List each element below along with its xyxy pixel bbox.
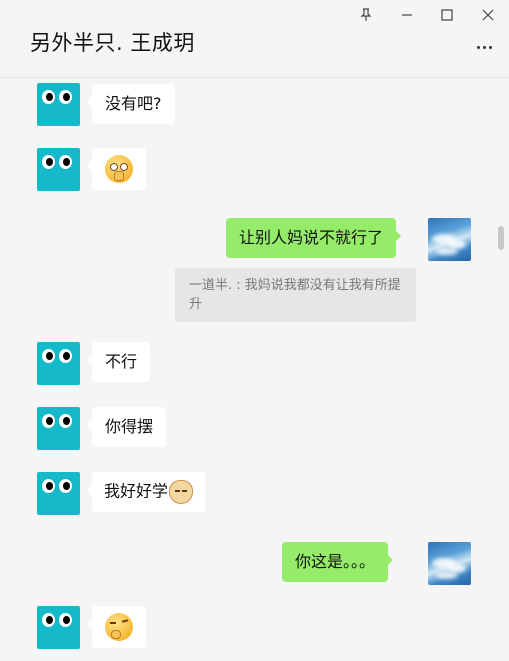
message-bubble[interactable]: 没有吧?	[87, 84, 175, 124]
message-list[interactable]: 没有吧? 让别人妈说不就行了 一道半. : 我妈说我都没有让我有所提升 不行 你…	[0, 79, 509, 661]
message-text: 我好好学	[104, 481, 169, 501]
avatar[interactable]	[37, 472, 80, 515]
minimize-icon[interactable]	[396, 4, 418, 26]
avatar[interactable]	[37, 606, 80, 649]
close-icon[interactable]	[477, 4, 499, 26]
pin-icon[interactable]	[355, 4, 377, 26]
shushing-face-icon	[105, 155, 133, 183]
message-bubble[interactable]	[87, 148, 146, 190]
avatar[interactable]	[37, 148, 80, 191]
quoted-message[interactable]: 一道半. : 我妈说我都没有让我有所提升	[175, 268, 416, 322]
chat-window: 另外半只. 王成玥 没有吧? 让别人妈说不就行了 一道半.: 我妈说我都没有让…	[0, 0, 509, 661]
message-bubble[interactable]: 不行	[86, 342, 151, 382]
message-bubble[interactable]: 让别人妈说不就行了	[226, 218, 402, 258]
avatar[interactable]	[37, 342, 80, 385]
avatar[interactable]	[428, 542, 471, 585]
maximize-icon[interactable]	[436, 4, 458, 26]
avatar[interactable]	[428, 218, 471, 261]
doge-icon	[169, 480, 194, 504]
avatar[interactable]	[37, 83, 80, 126]
thinking-face-icon	[105, 613, 133, 641]
message-bubble[interactable]: 你这是。。。	[282, 542, 394, 582]
title-bar: 另外半只. 王成玥	[0, 0, 509, 78]
message-bubble[interactable]: 你得摆	[86, 407, 167, 447]
scrollbar[interactable]	[498, 226, 504, 250]
message-bubble[interactable]	[87, 606, 146, 648]
message-bubble[interactable]: 我好好学	[86, 472, 206, 512]
avatar[interactable]	[37, 407, 80, 450]
more-icon[interactable]	[473, 36, 495, 58]
chat-title: 另外半只. 王成玥	[30, 31, 195, 55]
